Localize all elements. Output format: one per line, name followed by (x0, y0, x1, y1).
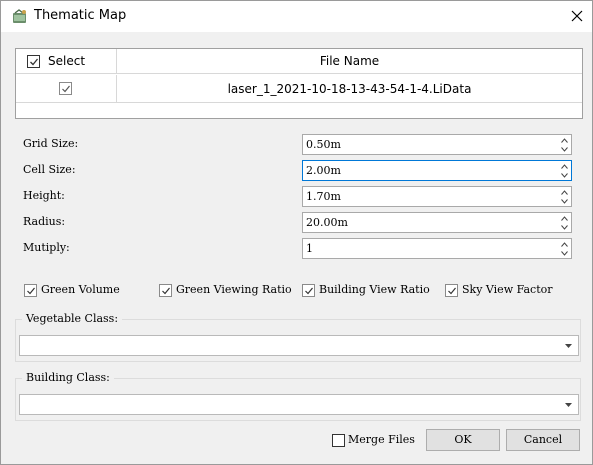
close-icon (571, 10, 583, 22)
height-spin-up[interactable] (559, 188, 571, 197)
spin-down-arrow-icon (561, 147, 568, 152)
spin-up-arrow-icon (561, 242, 568, 247)
grid-size-value: 0.50m (306, 138, 341, 151)
app-icon (12, 9, 28, 25)
select-column-header[interactable]: Select (16, 49, 117, 74)
grid-size-spinbox[interactable]: 0.50m (302, 134, 572, 155)
spin-down-arrow-icon (561, 199, 568, 204)
grid-size-label: Grid Size: (23, 137, 79, 150)
vegetable-class-title: Vegetable Class: (22, 312, 123, 325)
cell-size-spinbox[interactable]: 2.00m (302, 160, 572, 181)
file-table: Select File Name laser_1_2021-10-18-13-4… (15, 48, 583, 119)
thematic-map-dialog: Thematic Map Select File Name laser_1_20… (0, 0, 593, 465)
height-label: Height: (23, 189, 65, 202)
green-volume-label: Green Volume (41, 283, 120, 296)
multiply-value: 1 (306, 242, 313, 255)
cell-size-value: 2.00m (306, 164, 341, 177)
checkmark-icon (27, 287, 35, 295)
spin-up-arrow-icon (561, 138, 568, 143)
building-class-group: Building Class: (15, 371, 581, 421)
file-name-cell: laser_1_2021-10-18-13-43-54-1-4.LiData (227, 82, 472, 96)
multiply-spin-down[interactable] (559, 249, 571, 258)
title-bar: Thematic Map (1, 1, 592, 32)
dropdown-arrow-icon (565, 403, 572, 407)
spin-down-arrow-icon (561, 173, 568, 178)
checkmark-icon (448, 287, 456, 295)
merge-files-checkbox[interactable] (332, 434, 345, 447)
height-spinbox[interactable]: 1.70m (302, 186, 572, 207)
table-row[interactable]: laser_1_2021-10-18-13-43-54-1-4.LiData (16, 75, 582, 103)
row-select-checkbox[interactable] (59, 82, 72, 95)
radius-value: 20.00m (306, 216, 348, 229)
checkmark-icon (30, 58, 39, 66)
select-all-checkbox[interactable] (27, 55, 40, 68)
row-select-cell (16, 75, 117, 103)
multiply-label: Mutiply: (23, 241, 70, 254)
close-button[interactable] (564, 4, 590, 28)
vegetable-class-combobox[interactable] (19, 335, 579, 356)
spin-up-arrow-icon (561, 190, 568, 195)
building-class-title: Building Class: (22, 371, 114, 384)
height-spin-down[interactable] (559, 197, 571, 206)
sky-view-factor-checkbox[interactable] (445, 284, 458, 297)
vegetable-class-group: Vegetable Class: (15, 312, 581, 362)
sky-view-factor-label: Sky View Factor (462, 283, 553, 296)
checkmark-icon (162, 287, 170, 295)
height-value: 1.70m (306, 190, 341, 203)
checkmark-icon (62, 85, 70, 93)
spin-down-arrow-icon (561, 251, 568, 256)
radius-spinbox[interactable]: 20.00m (302, 212, 572, 233)
checkmark-icon (305, 287, 313, 295)
ok-button[interactable]: OK (426, 429, 500, 451)
building-class-combobox[interactable] (19, 394, 579, 415)
green-viewing-ratio-label: Green Viewing Ratio (176, 283, 292, 296)
select-header-label: Select (48, 54, 86, 68)
building-view-ratio-label: Building View Ratio (319, 283, 430, 296)
merge-files-label: Merge Files (348, 433, 415, 446)
window-title: Thematic Map (34, 8, 127, 23)
multiply-spin-up[interactable] (559, 240, 571, 249)
file-name-column-header[interactable]: File Name (117, 49, 582, 74)
dropdown-arrow-icon (565, 344, 572, 348)
spin-down-arrow-icon (561, 225, 568, 230)
spin-up-arrow-icon (561, 164, 568, 169)
cancel-button[interactable]: Cancel (506, 429, 580, 451)
cell-size-spin-up[interactable] (559, 162, 571, 171)
building-view-ratio-checkbox[interactable] (302, 284, 315, 297)
radius-spin-down[interactable] (559, 223, 571, 232)
green-volume-checkbox[interactable] (24, 284, 37, 297)
spin-up-arrow-icon (561, 216, 568, 221)
radius-spin-up[interactable] (559, 214, 571, 223)
table-header: Select File Name (16, 49, 582, 74)
green-viewing-ratio-checkbox[interactable] (159, 284, 172, 297)
cell-size-spin-down[interactable] (559, 171, 571, 180)
grid-size-spin-down[interactable] (559, 145, 571, 154)
grid-size-spin-up[interactable] (559, 136, 571, 145)
radius-label: Radius: (23, 215, 66, 228)
cell-size-label: Cell Size: (23, 163, 76, 176)
multiply-spinbox[interactable]: 1 (302, 238, 572, 259)
